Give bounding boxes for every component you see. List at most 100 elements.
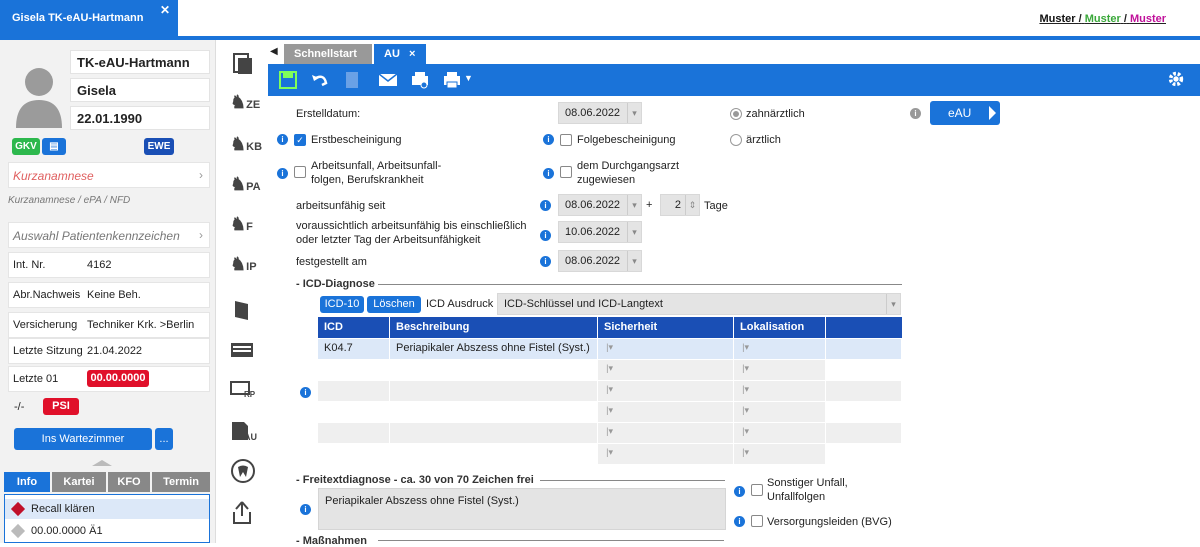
info-icon[interactable]: i <box>540 230 551 241</box>
collapse-handle[interactable] <box>92 460 112 466</box>
close-icon[interactable]: ✕ <box>160 3 170 17</box>
festgestellt-label: festgestellt am <box>296 256 367 268</box>
tab-kartei[interactable]: Kartei <box>52 472 106 492</box>
durchgangsarzt-checkbox[interactable] <box>560 166 572 178</box>
nav-pa-icon[interactable]: ♞PA <box>230 174 261 200</box>
erstelldatum-field[interactable]: 08.06.2022 ▾ <box>558 102 642 124</box>
info-icon[interactable]: i <box>300 387 311 398</box>
table-row[interactable]: |▾ |▾ <box>318 381 902 401</box>
info-icon[interactable]: i <box>734 516 745 527</box>
list-item[interactable]: Recall klären <box>5 499 209 519</box>
tab-termin[interactable]: Termin <box>152 472 210 492</box>
tab-au[interactable]: AU × <box>374 44 426 64</box>
info-icon[interactable]: i <box>540 200 551 211</box>
seit-field[interactable]: 08.06.2022 ▾ <box>558 194 642 216</box>
col-icd[interactable]: ICD <box>318 317 390 338</box>
more-button[interactable]: ... <box>155 428 173 450</box>
patient-first-name: Gisela <box>70 78 210 102</box>
table-row[interactable]: |▾ |▾ <box>318 402 902 422</box>
psi-badge[interactable]: PSI <box>43 398 79 415</box>
info-icon[interactable]: i <box>300 504 311 515</box>
info-icon[interactable]: i <box>277 168 288 179</box>
muster-link-2[interactable]: Muster <box>1085 13 1121 25</box>
sonstiger-label-1: Sonstiger Unfall, <box>767 477 848 489</box>
wartezimmer-button[interactable]: Ins Wartezimmer <box>14 428 152 450</box>
save-icon[interactable] <box>278 71 298 89</box>
erstbescheinigung-checkbox[interactable]: ✓ <box>294 134 306 146</box>
print-icon[interactable] <box>442 71 462 89</box>
caret-left-icon[interactable]: ◀ <box>270 46 278 57</box>
freitext-section-title: - Freitextdiagnose - ca. 30 von 70 Zeich… <box>296 474 534 486</box>
arbeitsunfall-checkbox[interactable] <box>294 166 306 178</box>
icd10-button[interactable]: ICD-10 <box>320 296 364 313</box>
col-lokalisation[interactable]: Lokalisation <box>734 317 826 338</box>
table-row[interactable]: K04.7 Periapikaler Abszess ohne Fistel (… <box>318 339 902 359</box>
tab-schnellstart[interactable]: Schnellstart <box>284 44 372 64</box>
bis-field[interactable]: 10.06.2022 ▾ <box>558 221 642 243</box>
info-icon[interactable]: i <box>540 256 551 267</box>
letzte01-badge[interactable]: 00.00.0000 <box>87 370 149 387</box>
nav-kb-icon[interactable]: ♞KB <box>230 134 262 160</box>
tab-kfo[interactable]: KFO <box>108 472 150 492</box>
kurzanamnese-links[interactable]: Kurzanamnese / ePA / NFD <box>8 195 130 206</box>
plus-label: + <box>646 199 653 211</box>
bis-label-1: voraussichtlich arbeitsunfähig bis einsc… <box>296 220 527 232</box>
tooth-icon[interactable] <box>230 458 258 484</box>
book-icon[interactable] <box>230 298 258 324</box>
radio-aerztlich[interactable] <box>730 134 742 146</box>
icd-ausdruck-select[interactable]: ICD-Schlüssel und ICD-Langtext ▾ <box>497 293 901 315</box>
info-icon[interactable]: i <box>277 134 288 145</box>
cell-lokalisation[interactable]: |▾ <box>734 339 826 359</box>
freitext-textarea[interactable]: Periapikaler Abszess ohne Fistel (Syst.) <box>318 488 726 530</box>
cell-sicherheit[interactable]: |▾ <box>598 339 734 359</box>
list-icon[interactable] <box>230 340 258 366</box>
nav-f-icon[interactable]: ♞F <box>230 214 258 240</box>
print-preview-icon[interactable] <box>410 71 430 89</box>
chevron-down-icon[interactable]: ▼ <box>464 73 473 83</box>
eau-button[interactable]: eAU <box>930 101 1000 125</box>
patientenkennzeichen-select[interactable]: Auswahl Patientenkennzeichen › <box>8 222 210 248</box>
info-icon[interactable]: i <box>734 486 745 497</box>
table-row[interactable]: |▾ |▾ <box>318 360 902 380</box>
loeschen-button[interactable]: Löschen <box>367 296 421 313</box>
nav-ip-icon[interactable]: ♞IP <box>230 254 258 280</box>
info-icon[interactable]: i <box>910 108 921 119</box>
info-icon[interactable]: i <box>543 168 554 179</box>
nav-rp-icon[interactable]: RP <box>230 380 258 406</box>
gkv-badge[interactable]: GKV <box>12 138 40 155</box>
gear-icon[interactable] <box>1166 70 1186 88</box>
tage-stepper[interactable]: 2 ⇕ <box>660 194 700 216</box>
folgebescheinigung-checkbox[interactable] <box>560 134 572 146</box>
upload-icon[interactable] <box>230 500 258 526</box>
muster-link-3[interactable]: Muster <box>1130 13 1166 25</box>
patient-tab[interactable]: Gisela TK-eAU-Hartmann ✕ <box>0 0 178 38</box>
muster-link-1[interactable]: Muster <box>1039 13 1075 25</box>
kurzanamnese-field[interactable]: Kurzanamnese › <box>8 162 210 188</box>
tab-info[interactable]: Info <box>4 472 50 492</box>
table-row[interactable]: |▾ |▾ <box>318 423 902 443</box>
info-icon[interactable]: i <box>543 134 554 145</box>
sonstiger-unfall-checkbox[interactable] <box>751 484 763 496</box>
card-icon[interactable]: ▤ <box>42 138 66 155</box>
info-row-intnr: Int. Nr. 4162 <box>8 252 210 278</box>
col-beschreibung[interactable]: Beschreibung <box>390 317 598 338</box>
auswahl-label: Auswahl Patientenkennzeichen <box>13 229 180 243</box>
table-row[interactable]: |▾ |▾ <box>318 444 902 464</box>
undo-icon[interactable] <box>310 71 330 89</box>
calculator-icon[interactable] <box>342 71 362 89</box>
festgestellt-field[interactable]: 08.06.2022 ▾ <box>558 250 642 272</box>
list-item[interactable]: 00.00.0000 Ä1 <box>5 521 209 541</box>
radio-zahnaerztlich[interactable] <box>730 108 742 120</box>
nav-ze-icon[interactable]: ♞ZE <box>230 92 260 118</box>
versorgungsleiden-checkbox[interactable] <box>751 515 763 527</box>
nav-au-icon[interactable]: AU <box>230 420 258 446</box>
copy-icon[interactable] <box>230 52 258 78</box>
muster-sep: / <box>1078 13 1082 25</box>
close-icon[interactable]: × <box>409 48 415 60</box>
mail-icon[interactable] <box>378 71 398 89</box>
divider <box>378 284 902 285</box>
top-tab-bar <box>0 0 1200 38</box>
col-sicherheit[interactable]: Sicherheit <box>598 317 734 338</box>
ewe-badge[interactable]: EWE <box>144 138 174 155</box>
cell-desc: Periapikaler Abszess ohne Fistel (Syst.) <box>390 339 598 359</box>
